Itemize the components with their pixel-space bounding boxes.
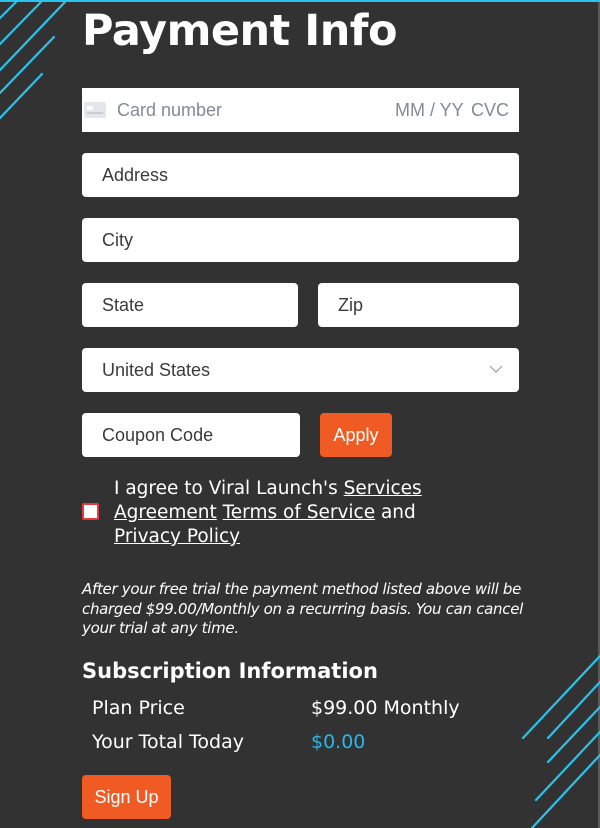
sign-up-button[interactable]: Sign Up [82, 775, 171, 819]
city-placeholder: City [102, 229, 133, 250]
plan-price-label: Plan Price [92, 697, 185, 719]
address-placeholder: Address [102, 164, 169, 185]
state-placeholder: State [102, 294, 145, 315]
stripe-line [0, 0, 18, 20]
total-today-value: $0.00 [311, 731, 366, 753]
apply-coupon-button[interactable]: Apply [320, 413, 392, 457]
chevron-down-icon [489, 365, 503, 373]
stripe-line [0, 35, 56, 95]
coupon-input[interactable]: Coupon Code [82, 413, 300, 457]
stripe-line [546, 705, 600, 764]
agreement-prefix: I agree to Viral Launch's [114, 478, 344, 499]
agreement-conjunction: and [375, 502, 416, 523]
total-today-label: Your Total Today [92, 731, 244, 753]
address-input[interactable]: Address [82, 153, 519, 197]
agree-checkbox[interactable] [82, 503, 99, 520]
stripe-line [0, 72, 44, 120]
country-selected-value: United States [102, 359, 211, 380]
stripe-line [0, 0, 67, 72]
zip-placeholder: Zip [338, 294, 364, 315]
privacy-policy-link[interactable]: Privacy Policy [114, 526, 240, 547]
trial-note: After your free trial the payment method… [82, 580, 523, 637]
coupon-placeholder: Coupon Code [102, 424, 214, 445]
card-expiry-input[interactable]: MM / YY [395, 100, 464, 121]
country-select[interactable]: United States [82, 348, 519, 392]
top-accent-bar [0, 0, 600, 2]
stripe-line [530, 753, 600, 828]
terms-of-service-link[interactable]: Terms of Service [223, 502, 375, 523]
stripe-line [0, 0, 43, 46]
card-input[interactable]: Card number MM / YY CVC [82, 88, 519, 132]
subscription-heading: Subscription Information [82, 659, 378, 683]
stripe-line [534, 730, 600, 802]
agreement-text: I agree to Viral Launch's Services Agree… [114, 477, 474, 549]
card-number-input[interactable]: Card number [117, 100, 222, 121]
state-input[interactable]: State [82, 283, 298, 327]
card-cvc-input[interactable]: CVC [471, 100, 509, 121]
credit-card-icon [84, 102, 106, 118]
page-title: Payment Info [82, 6, 398, 56]
city-input[interactable]: City [82, 218, 519, 262]
plan-price-value: $99.00 Monthly [311, 697, 460, 719]
stripe-line [521, 654, 600, 740]
zip-input[interactable]: Zip [318, 283, 519, 327]
stripe-line [546, 680, 600, 740]
